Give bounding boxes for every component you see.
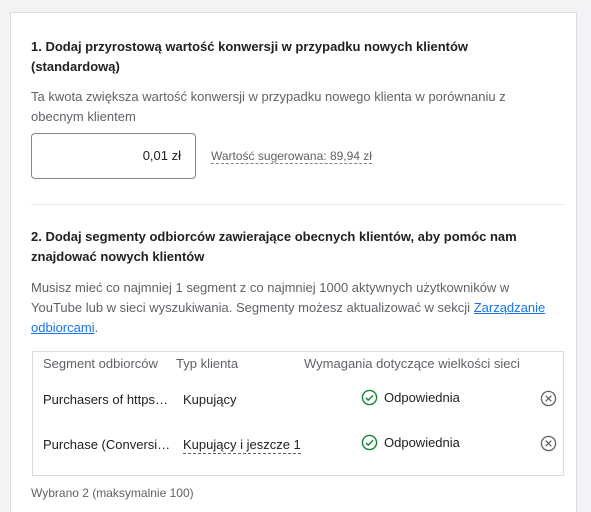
column-header-customer-type: Typ klienta (176, 356, 239, 371)
selected-count: Wybrano 2 (maksymalnie 100) (31, 486, 194, 500)
new-customer-value-card: 1. Dodaj przyrostową wartość konwersji w… (10, 12, 577, 512)
section-1-title: 1. Dodaj przyrostową wartość konwersji w… (31, 39, 469, 74)
conversion-value-input[interactable]: 0,01 zł (31, 133, 196, 179)
table-row: Purchasers of https… Kupujący Odpowiedni… (33, 380, 563, 420)
segment-name: Purchase (Conversi… (43, 437, 171, 452)
customer-type: Kupujący (183, 392, 237, 407)
remove-circle-icon[interactable] (540, 435, 557, 452)
audience-segments-table: Segment odbiorców Typ klienta Wymagania … (32, 351, 564, 476)
check-circle-icon (361, 434, 378, 451)
check-circle-icon (361, 389, 378, 406)
section-2-description-period: . (94, 320, 99, 335)
table-row: Purchase (Conversi… Kupujący i jeszcze 1… (33, 425, 563, 465)
customer-type[interactable]: Kupujący i jeszcze 1 (183, 437, 301, 454)
section-2-description-text: Musisz mieć co najmniej 1 segment z co n… (31, 280, 510, 315)
status-label: Odpowiednia (384, 435, 460, 450)
column-header-segment: Segment odbiorców (43, 356, 158, 371)
status-badge: Odpowiednia (361, 434, 460, 451)
column-header-size-requirements: Wymagania dotyczące wielkości sieci (304, 356, 520, 371)
remove-circle-icon[interactable] (540, 390, 557, 407)
section-1-description: Ta kwota zwiększa wartość konwersji w pr… (31, 89, 506, 124)
status-badge: Odpowiednia (361, 389, 460, 406)
section-2-title: 2. Dodaj segmenty odbiorców zawierające … (31, 229, 517, 264)
section-divider (31, 204, 565, 205)
segment-name: Purchasers of https… (43, 392, 168, 407)
section-2-description: Musisz mieć co najmniej 1 segment z co n… (31, 278, 561, 338)
status-label: Odpowiednia (384, 390, 460, 405)
suggested-value-link[interactable]: Wartość sugerowana: 89,94 zł (211, 149, 372, 164)
